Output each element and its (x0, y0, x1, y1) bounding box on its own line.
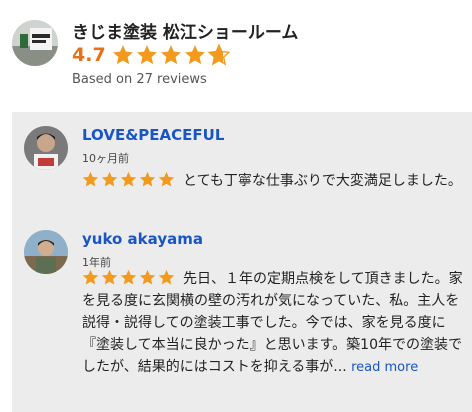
reviewer-name[interactable]: yuko akayama (82, 230, 203, 248)
business-logo-graphic (12, 20, 58, 66)
rating-stars (112, 44, 232, 66)
star-full-icon (120, 171, 137, 187)
star-full-icon (158, 269, 175, 285)
reviewer-name[interactable]: LOVE&PEACEFUL (82, 126, 224, 144)
star-full-icon (184, 45, 205, 65)
review-date: 10ヶ月前 (82, 152, 129, 165)
star-full-icon (82, 269, 99, 285)
star-full-icon (136, 45, 157, 65)
review-stars (82, 269, 177, 286)
reviewer-avatar[interactable] (24, 230, 68, 274)
business-header: きじま塗装 松江ショールーム 4.7 Based on 27 reviews (0, 0, 472, 108)
business-logo (12, 20, 58, 66)
star-full-icon (112, 45, 133, 65)
rating-value: 4.7 (72, 44, 106, 66)
rating-row: 4.7 (72, 42, 232, 68)
reviews-panel: LOVE&PEACEFUL 10ヶ月前 とても丁寧な仕事ぶりで大変満足しました。… (12, 112, 472, 412)
star-full-icon (160, 45, 181, 65)
star-full-icon (139, 171, 156, 187)
business-name[interactable]: きじま塗装 松江ショールーム (72, 18, 298, 43)
star-full-icon (139, 269, 156, 285)
star-full-icon (120, 269, 137, 285)
star-full-icon (101, 171, 118, 187)
reviewer-avatar[interactable] (24, 126, 68, 170)
review-body: 先日、１年の定期点検をして頂きました。家を見る度に玄関横の壁の汚れが気になってい… (82, 268, 467, 379)
star-full-icon (158, 171, 175, 187)
star-full-icon (101, 269, 118, 285)
read-more-link[interactable]: read more (351, 360, 418, 375)
star-half-icon (207, 44, 230, 66)
review-body: とても丁寧な仕事ぶりで大変満足しました。 (82, 170, 467, 192)
reviewer-avatar-image (24, 126, 68, 170)
reviews-summary: Based on 27 reviews (72, 72, 207, 87)
reviewer-avatar-image (24, 230, 68, 274)
review-text: とても丁寧な仕事ぶりで大変満足しました。 (183, 173, 462, 189)
star-full-icon (82, 171, 99, 187)
review-stars (82, 171, 177, 188)
